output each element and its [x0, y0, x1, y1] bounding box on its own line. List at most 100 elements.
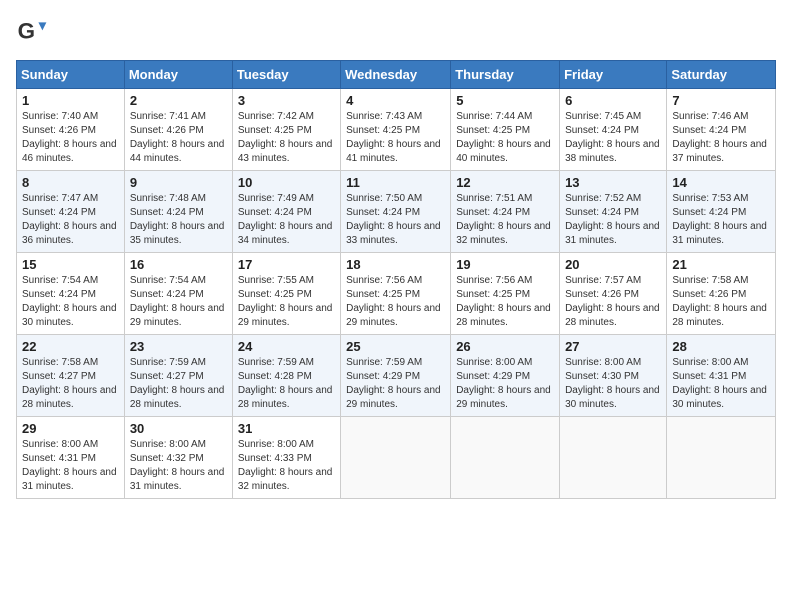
calendar-cell: 29 Sunrise: 8:00 AMSunset: 4:31 PMDaylig… — [17, 417, 125, 499]
calendar-cell: 6 Sunrise: 7:45 AMSunset: 4:24 PMDayligh… — [560, 89, 667, 171]
day-number: 25 — [346, 339, 445, 354]
calendar-cell: 9 Sunrise: 7:48 AMSunset: 4:24 PMDayligh… — [124, 171, 232, 253]
calendar-cell: 21 Sunrise: 7:58 AMSunset: 4:26 PMDaylig… — [667, 253, 776, 335]
day-info: Sunrise: 7:54 AMSunset: 4:24 PMDaylight:… — [130, 274, 227, 330]
day-number: 27 — [565, 339, 661, 354]
calendar-cell — [667, 417, 776, 499]
calendar-cell: 12 Sunrise: 7:51 AMSunset: 4:24 PMDaylig… — [451, 171, 560, 253]
calendar-week-2: 8 Sunrise: 7:47 AMSunset: 4:24 PMDayligh… — [17, 171, 776, 253]
day-info: Sunrise: 7:58 AMSunset: 4:27 PMDaylight:… — [22, 356, 119, 412]
day-number: 9 — [130, 175, 227, 190]
calendar-cell: 27 Sunrise: 8:00 AMSunset: 4:30 PMDaylig… — [560, 335, 667, 417]
calendar-cell: 26 Sunrise: 8:00 AMSunset: 4:29 PMDaylig… — [451, 335, 560, 417]
day-number: 1 — [22, 93, 119, 108]
calendar-cell — [451, 417, 560, 499]
day-info: Sunrise: 7:57 AMSunset: 4:26 PMDaylight:… — [565, 274, 661, 330]
day-info: Sunrise: 8:00 AMSunset: 4:32 PMDaylight:… — [130, 438, 227, 494]
day-number: 18 — [346, 257, 445, 272]
day-number: 22 — [22, 339, 119, 354]
day-info: Sunrise: 7:40 AMSunset: 4:26 PMDaylight:… — [22, 110, 119, 166]
day-number: 6 — [565, 93, 661, 108]
day-info: Sunrise: 7:56 AMSunset: 4:25 PMDaylight:… — [456, 274, 554, 330]
calendar-cell: 22 Sunrise: 7:58 AMSunset: 4:27 PMDaylig… — [17, 335, 125, 417]
calendar-cell: 1 Sunrise: 7:40 AMSunset: 4:26 PMDayligh… — [17, 89, 125, 171]
calendar-cell: 24 Sunrise: 7:59 AMSunset: 4:28 PMDaylig… — [232, 335, 340, 417]
calendar-cell: 25 Sunrise: 7:59 AMSunset: 4:29 PMDaylig… — [341, 335, 451, 417]
day-number: 16 — [130, 257, 227, 272]
day-number: 3 — [238, 93, 335, 108]
day-number: 29 — [22, 421, 119, 436]
day-info: Sunrise: 7:48 AMSunset: 4:24 PMDaylight:… — [130, 192, 227, 248]
day-info: Sunrise: 8:00 AMSunset: 4:33 PMDaylight:… — [238, 438, 335, 494]
day-info: Sunrise: 7:44 AMSunset: 4:25 PMDaylight:… — [456, 110, 554, 166]
day-info: Sunrise: 7:52 AMSunset: 4:24 PMDaylight:… — [565, 192, 661, 248]
calendar-week-5: 29 Sunrise: 8:00 AMSunset: 4:31 PMDaylig… — [17, 417, 776, 499]
calendar-header-friday: Friday — [560, 61, 667, 89]
day-info: Sunrise: 7:51 AMSunset: 4:24 PMDaylight:… — [456, 192, 554, 248]
calendar-cell: 10 Sunrise: 7:49 AMSunset: 4:24 PMDaylig… — [232, 171, 340, 253]
calendar-header-wednesday: Wednesday — [341, 61, 451, 89]
day-info: Sunrise: 7:49 AMSunset: 4:24 PMDaylight:… — [238, 192, 335, 248]
calendar-header-tuesday: Tuesday — [232, 61, 340, 89]
calendar-cell: 7 Sunrise: 7:46 AMSunset: 4:24 PMDayligh… — [667, 89, 776, 171]
day-info: Sunrise: 8:00 AMSunset: 4:30 PMDaylight:… — [565, 356, 661, 412]
day-info: Sunrise: 7:56 AMSunset: 4:25 PMDaylight:… — [346, 274, 445, 330]
day-info: Sunrise: 7:59 AMSunset: 4:28 PMDaylight:… — [238, 356, 335, 412]
day-info: Sunrise: 7:42 AMSunset: 4:25 PMDaylight:… — [238, 110, 335, 166]
day-info: Sunrise: 7:47 AMSunset: 4:24 PMDaylight:… — [22, 192, 119, 248]
day-number: 26 — [456, 339, 554, 354]
calendar-cell: 17 Sunrise: 7:55 AMSunset: 4:25 PMDaylig… — [232, 253, 340, 335]
day-number: 5 — [456, 93, 554, 108]
calendar-cell: 16 Sunrise: 7:54 AMSunset: 4:24 PMDaylig… — [124, 253, 232, 335]
day-info: Sunrise: 7:45 AMSunset: 4:24 PMDaylight:… — [565, 110, 661, 166]
day-number: 23 — [130, 339, 227, 354]
calendar-cell: 19 Sunrise: 7:56 AMSunset: 4:25 PMDaylig… — [451, 253, 560, 335]
calendar-cell: 8 Sunrise: 7:47 AMSunset: 4:24 PMDayligh… — [17, 171, 125, 253]
calendar-cell: 20 Sunrise: 7:57 AMSunset: 4:26 PMDaylig… — [560, 253, 667, 335]
logo-icon: G — [16, 16, 48, 48]
calendar-cell: 30 Sunrise: 8:00 AMSunset: 4:32 PMDaylig… — [124, 417, 232, 499]
day-number: 30 — [130, 421, 227, 436]
day-number: 21 — [672, 257, 770, 272]
calendar-cell: 18 Sunrise: 7:56 AMSunset: 4:25 PMDaylig… — [341, 253, 451, 335]
day-info: Sunrise: 8:00 AMSunset: 4:31 PMDaylight:… — [672, 356, 770, 412]
day-info: Sunrise: 7:53 AMSunset: 4:24 PMDaylight:… — [672, 192, 770, 248]
day-number: 8 — [22, 175, 119, 190]
day-number: 24 — [238, 339, 335, 354]
day-number: 14 — [672, 175, 770, 190]
calendar-header-sunday: Sunday — [17, 61, 125, 89]
day-number: 28 — [672, 339, 770, 354]
calendar-cell — [341, 417, 451, 499]
day-info: Sunrise: 7:41 AMSunset: 4:26 PMDaylight:… — [130, 110, 227, 166]
calendar-cell: 13 Sunrise: 7:52 AMSunset: 4:24 PMDaylig… — [560, 171, 667, 253]
day-number: 11 — [346, 175, 445, 190]
day-number: 19 — [456, 257, 554, 272]
calendar-cell: 2 Sunrise: 7:41 AMSunset: 4:26 PMDayligh… — [124, 89, 232, 171]
day-number: 17 — [238, 257, 335, 272]
day-info: Sunrise: 8:00 AMSunset: 4:29 PMDaylight:… — [456, 356, 554, 412]
calendar-cell: 5 Sunrise: 7:44 AMSunset: 4:25 PMDayligh… — [451, 89, 560, 171]
day-info: Sunrise: 7:43 AMSunset: 4:25 PMDaylight:… — [346, 110, 445, 166]
calendar-cell — [560, 417, 667, 499]
calendar-cell: 28 Sunrise: 8:00 AMSunset: 4:31 PMDaylig… — [667, 335, 776, 417]
day-number: 15 — [22, 257, 119, 272]
day-info: Sunrise: 7:54 AMSunset: 4:24 PMDaylight:… — [22, 274, 119, 330]
day-number: 13 — [565, 175, 661, 190]
day-info: Sunrise: 7:59 AMSunset: 4:27 PMDaylight:… — [130, 356, 227, 412]
logo: G — [16, 16, 52, 48]
calendar-cell: 14 Sunrise: 7:53 AMSunset: 4:24 PMDaylig… — [667, 171, 776, 253]
day-number: 4 — [346, 93, 445, 108]
day-number: 7 — [672, 93, 770, 108]
day-number: 10 — [238, 175, 335, 190]
svg-text:G: G — [18, 18, 35, 43]
day-number: 2 — [130, 93, 227, 108]
day-info: Sunrise: 7:55 AMSunset: 4:25 PMDaylight:… — [238, 274, 335, 330]
calendar-cell: 3 Sunrise: 7:42 AMSunset: 4:25 PMDayligh… — [232, 89, 340, 171]
calendar-header-row: SundayMondayTuesdayWednesdayThursdayFrid… — [17, 61, 776, 89]
page-header: G — [16, 16, 776, 48]
calendar-cell: 15 Sunrise: 7:54 AMSunset: 4:24 PMDaylig… — [17, 253, 125, 335]
day-number: 20 — [565, 257, 661, 272]
day-number: 31 — [238, 421, 335, 436]
day-info: Sunrise: 8:00 AMSunset: 4:31 PMDaylight:… — [22, 438, 119, 494]
day-number: 12 — [456, 175, 554, 190]
